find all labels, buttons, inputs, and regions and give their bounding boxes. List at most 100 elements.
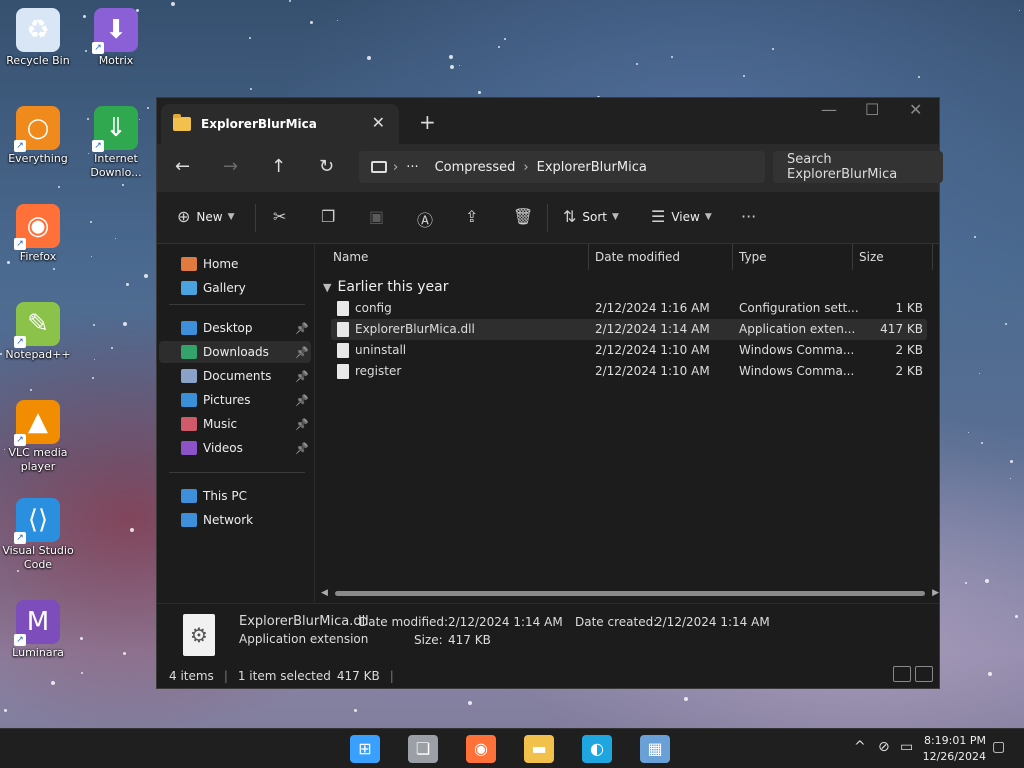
sidebar-item-documents[interactable]: Documents 📌 xyxy=(181,365,311,387)
table-row[interactable]: uninstall 2/12/2024 1:10 AM Windows Comma.… xyxy=(331,340,927,361)
breadcrumb[interactable]: › ··· Compressed › ExplorerBlurMica xyxy=(359,151,765,183)
rename-icon: Ⓐ xyxy=(417,211,434,230)
desktop-icon-everything-search[interactable]: ○ ↗ Everything xyxy=(0,106,76,166)
breadcrumb-explorerblurmica[interactable]: ExplorerBlurMica xyxy=(537,160,647,175)
network-status-icon[interactable]: ▭ xyxy=(900,739,913,755)
pin-icon[interactable]: 📌 xyxy=(295,394,309,407)
sidebar-item-this-pc[interactable]: This PC xyxy=(181,485,311,507)
copy-button[interactable]: ❐ xyxy=(321,207,335,226)
more-options-button[interactable]: ··· xyxy=(741,207,756,226)
tab-explorerblurmica[interactable]: ExplorerBlurMica ✕ xyxy=(161,104,399,144)
close-tab-icon[interactable]: ✕ xyxy=(372,113,385,132)
notifications-icon[interactable]: ▢ xyxy=(992,739,1005,755)
firefox-icon[interactable]: ◉ xyxy=(466,735,496,763)
column-header-type[interactable]: Type xyxy=(739,244,767,270)
paste-button[interactable]: ▣ xyxy=(369,207,384,226)
cut-button[interactable]: ✂ xyxy=(273,207,286,226)
control-panel-icon[interactable]: ▦ xyxy=(640,735,670,763)
column-divider[interactable] xyxy=(588,244,589,270)
delete-button[interactable]: 🗑 xyxy=(513,207,533,226)
details-view-icon[interactable] xyxy=(893,666,911,682)
sidebar-item-pictures[interactable]: Pictures 📌 xyxy=(181,389,311,411)
desktop-icon-vlc[interactable]: ▲ ↗ VLC media player xyxy=(0,400,76,474)
trash-icon: 🗑 xyxy=(513,207,534,226)
sidebar-item-gallery[interactable]: Gallery xyxy=(181,277,311,299)
task-view-icon[interactable]: ❏ xyxy=(408,735,438,763)
column-divider[interactable] xyxy=(732,244,733,270)
rename-button[interactable]: Ⓐ xyxy=(417,207,433,231)
scrollbar-thumb[interactable] xyxy=(335,591,925,596)
edge-icon[interactable]: ◐ xyxy=(582,735,612,763)
desktop-icon-firefox[interactable]: ◉ ↗ Firefox xyxy=(0,204,76,264)
chevron-right-icon[interactable]: › xyxy=(523,160,528,175)
table-row[interactable]: config 2/12/2024 1:16 AM Configuration set… xyxy=(331,298,927,319)
file-explorer-icon[interactable]: ▬ xyxy=(524,735,554,763)
pin-icon[interactable]: 📌 xyxy=(295,370,309,383)
tiles-view-icon[interactable] xyxy=(915,666,933,682)
pin-icon[interactable]: 📌 xyxy=(295,418,309,431)
maximize-icon[interactable]: ☐ xyxy=(865,100,879,119)
new-tab-button[interactable]: + xyxy=(419,110,436,134)
column-divider[interactable] xyxy=(932,244,933,270)
close-window-icon[interactable]: ✕ xyxy=(909,100,922,119)
sidebar-item-label: Desktop xyxy=(203,321,253,335)
desktop-icon-vscode[interactable]: ⟨⟩ ↗ Visual Studio Code xyxy=(0,498,76,572)
column-header-name[interactable]: Name xyxy=(333,244,368,270)
sidebar-item-music[interactable]: Music 📌 xyxy=(181,413,311,435)
column-header-size[interactable]: Size xyxy=(859,244,884,270)
scroll-right-icon[interactable]: ▶ xyxy=(932,588,939,598)
shortcut-arrow-icon: ↗ xyxy=(92,42,104,54)
pin-icon[interactable]: 📌 xyxy=(295,322,309,335)
snowflake xyxy=(250,88,253,91)
snowflake xyxy=(289,0,292,3)
share-button[interactable]: ⇪ xyxy=(465,207,478,226)
clock[interactable]: 8:19:01 PM 12/26/2024 xyxy=(923,733,986,765)
desktop-icon-notepad-plus-plus[interactable]: ✎ ↗ Notepad++ xyxy=(0,302,76,362)
toolbar-divider xyxy=(547,204,548,232)
back-arrow-icon[interactable]: ← xyxy=(175,156,190,177)
breadcrumb-overflow[interactable]: ··· xyxy=(406,160,418,175)
sidebar-item-network[interactable]: Network xyxy=(181,509,311,531)
view-button[interactable]: ☰ View ▼ xyxy=(651,207,712,226)
refresh-icon[interactable]: ↻ xyxy=(319,156,334,177)
search-input[interactable]: Search ExplorerBlurMica xyxy=(773,151,943,183)
table-row[interactable]: register 2/12/2024 1:10 AM Windows Comma..… xyxy=(331,361,927,382)
chevron-up-icon[interactable]: ^ xyxy=(854,739,866,755)
snowflake xyxy=(51,680,56,685)
shortcut-arrow-icon: ↗ xyxy=(14,532,26,544)
file-icon xyxy=(337,343,349,358)
sidebar-item-label: Downloads xyxy=(203,345,269,359)
breadcrumb-compressed[interactable]: Compressed xyxy=(435,160,516,175)
horizontal-scrollbar[interactable]: ◀ ▶ xyxy=(321,588,939,598)
pin-icon[interactable]: 📌 xyxy=(295,346,309,359)
sidebar-item-videos[interactable]: Videos 📌 xyxy=(181,437,311,459)
shortcut-arrow-icon: ↗ xyxy=(14,434,26,446)
desktop-icon-internet-download-manager[interactable]: ⇓ ↗ Internet Downlo... xyxy=(78,106,154,180)
pin-icon[interactable]: 📌 xyxy=(295,442,309,455)
volume-muted-icon[interactable]: ⊘ xyxy=(878,739,890,755)
column-header-date[interactable]: Date modified xyxy=(595,244,680,270)
sidebar-item-desktop[interactable]: Desktop 📌 xyxy=(181,317,311,339)
forward-arrow-icon[interactable]: → xyxy=(223,156,238,177)
desktop-icon-recycle-bin[interactable]: ♻ Recycle Bin xyxy=(0,8,76,68)
sidebar-item-downloads[interactable]: Downloads 📌 xyxy=(159,341,311,363)
sidebar-item-label: Home xyxy=(203,257,239,271)
column-divider[interactable] xyxy=(852,244,853,270)
monitor-icon xyxy=(371,161,387,173)
scroll-left-icon[interactable]: ◀ xyxy=(321,588,328,598)
new-button[interactable]: ⊕ New ▼ xyxy=(177,207,235,226)
desktop-icon-motrix[interactable]: ⬇ ↗ Motrix xyxy=(78,8,154,68)
file-list: Name Date modified Type Size ▼ Earlier t… xyxy=(317,244,939,602)
minimize-icon[interactable]: — xyxy=(821,100,837,119)
sidebar-item-home[interactable]: Home xyxy=(181,253,311,275)
chevron-right-icon[interactable]: › xyxy=(393,160,398,175)
luminara-icon: M ↗ xyxy=(14,600,60,646)
table-row[interactable]: ExplorerBlurMica.dll 2/12/2024 1:14 AM App… xyxy=(331,319,927,340)
up-arrow-icon[interactable]: ↑ xyxy=(271,156,286,177)
start-icon[interactable]: ⊞ xyxy=(350,735,380,763)
group-header[interactable]: ▼ Earlier this year xyxy=(323,279,448,295)
sidebar-item-label: Network xyxy=(203,513,254,527)
sort-button[interactable]: ⇅ Sort ▼ xyxy=(563,207,619,226)
desktop-icon-luminara[interactable]: M ↗ Luminara xyxy=(0,600,76,660)
sort-label: Sort xyxy=(582,209,608,224)
